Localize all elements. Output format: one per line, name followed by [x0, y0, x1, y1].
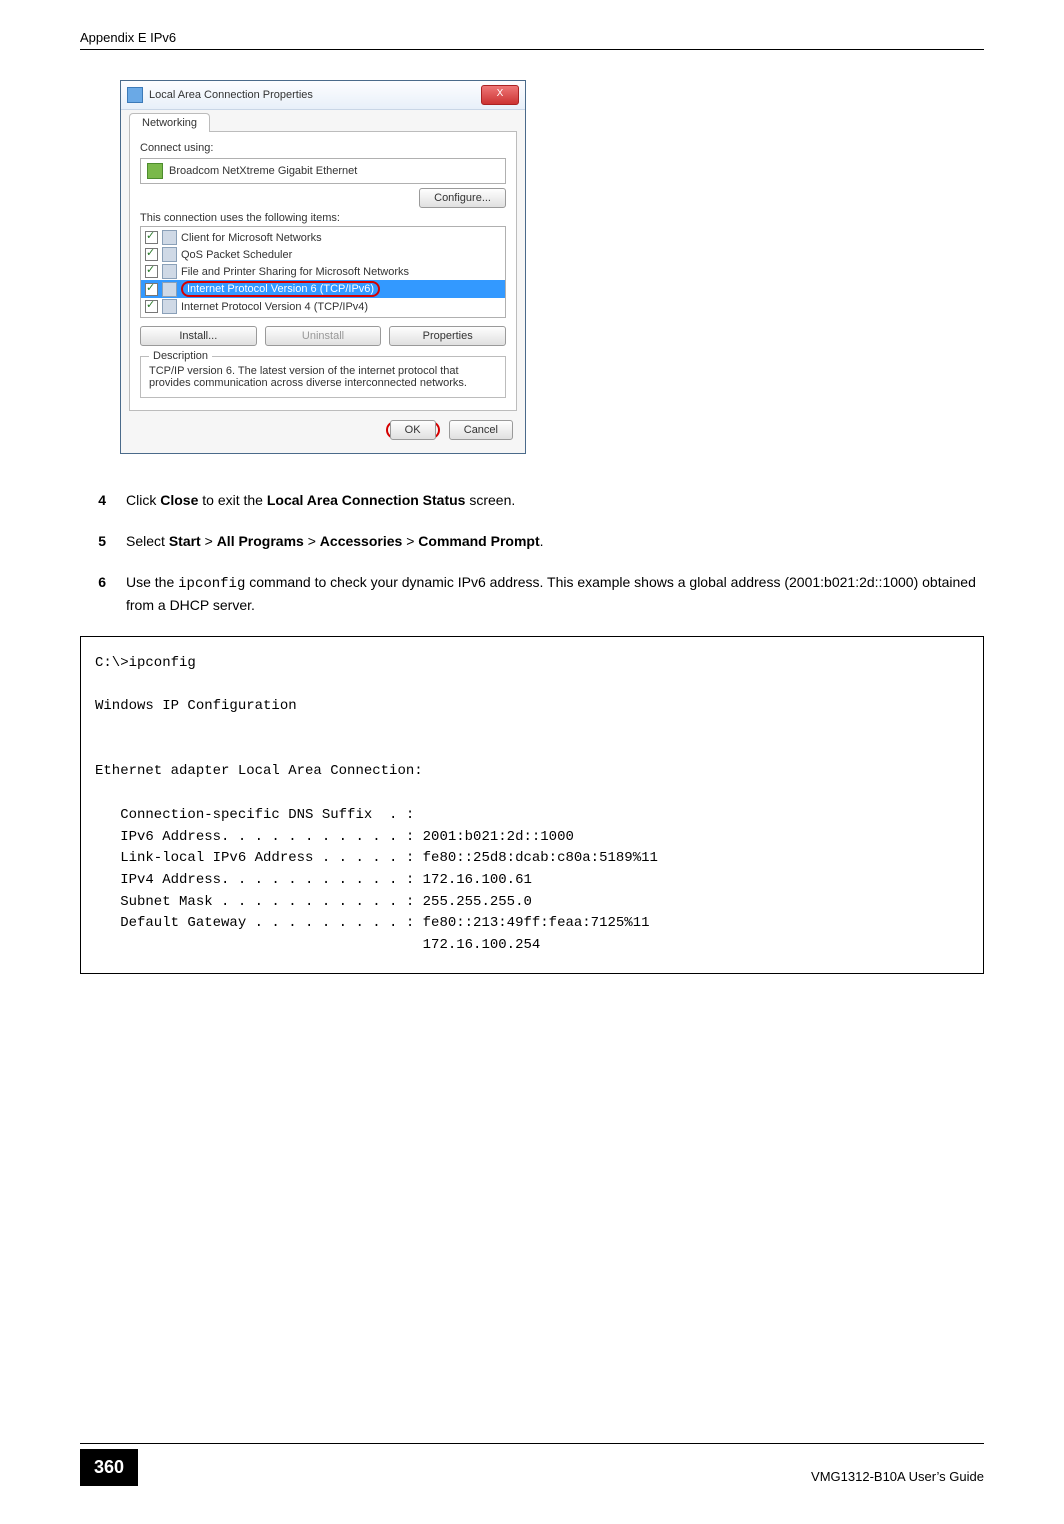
description-group: Description TCP/IP version 6. The latest…	[140, 356, 506, 398]
configure-button[interactable]: Configure...	[419, 188, 506, 208]
protocol-icon	[162, 282, 177, 297]
highlight-oval-ok: OK	[386, 421, 440, 439]
checkbox-icon[interactable]	[145, 300, 158, 313]
description-text: TCP/IP version 6. The latest version of …	[149, 365, 467, 389]
step-6: 6 Use the ipconfig command to check your…	[80, 572, 984, 616]
install-button[interactable]: Install...	[140, 326, 257, 346]
footer-divider	[80, 1443, 984, 1444]
qos-icon	[162, 247, 177, 262]
step-text: Click Close to exit the Local Area Conne…	[126, 490, 984, 511]
page-footer: 360 VMG1312-B10A User’s Guide	[80, 1449, 984, 1486]
nic-icon	[127, 87, 143, 103]
checkbox-icon[interactable]	[145, 283, 158, 296]
list-item[interactable]: File and Printer Sharing for Microsoft N…	[141, 263, 505, 280]
step-5: 5 Select Start > All Programs > Accessor…	[80, 531, 984, 552]
checkbox-icon[interactable]	[145, 265, 158, 278]
items-list: Client for Microsoft Networks QoS Packet…	[140, 226, 506, 318]
adapter-field: Broadcom NetXtreme Gigabit Ethernet	[140, 158, 506, 184]
properties-button[interactable]: Properties	[389, 326, 506, 346]
close-icon[interactable]: X	[481, 85, 519, 105]
tab-networking[interactable]: Networking	[129, 113, 210, 132]
dialog-title-text: Local Area Connection Properties	[149, 89, 313, 101]
header-left: Appendix E IPv6	[80, 30, 176, 45]
dialog-titlebar: Local Area Connection Properties X	[121, 81, 525, 110]
client-icon	[162, 230, 177, 245]
page-number: 360	[80, 1449, 138, 1486]
step-number: 4	[80, 490, 106, 511]
protocol-icon	[162, 299, 177, 314]
ipconfig-command: ipconfig	[178, 576, 245, 592]
step-number: 6	[80, 572, 106, 616]
step-number: 5	[80, 531, 106, 552]
step-4: 4 Click Close to exit the Local Area Con…	[80, 490, 984, 511]
step-text: Use the ipconfig command to check your d…	[126, 572, 984, 616]
ok-button[interactable]: OK	[390, 420, 436, 440]
checkbox-icon[interactable]	[145, 248, 158, 261]
adapter-icon	[147, 163, 163, 179]
list-item[interactable]: QoS Packet Scheduler	[141, 246, 505, 263]
uses-items-label: This connection uses the following items…	[140, 212, 506, 224]
uninstall-button: Uninstall	[265, 326, 382, 346]
connect-using-label: Connect using:	[140, 142, 506, 154]
description-label: Description	[149, 350, 212, 362]
footer-guide-title: VMG1312-B10A User’s Guide	[811, 1469, 984, 1486]
checkbox-icon[interactable]	[145, 231, 158, 244]
adapter-name: Broadcom NetXtreme Gigabit Ethernet	[169, 165, 357, 177]
highlight-oval: Internet Protocol Version 6 (TCP/IPv6)	[181, 281, 380, 297]
ipconfig-output: C:\>ipconfig Windows IP Configuration Et…	[80, 636, 984, 974]
cancel-button[interactable]: Cancel	[449, 420, 513, 440]
connection-properties-dialog: Local Area Connection Properties X Netwo…	[120, 80, 526, 454]
list-item[interactable]: Internet Protocol Version 4 (TCP/IPv4)	[141, 298, 505, 315]
share-icon	[162, 264, 177, 279]
page-header: Appendix E IPv6	[80, 30, 984, 50]
list-item[interactable]: Client for Microsoft Networks	[141, 229, 505, 246]
list-item-selected[interactable]: Internet Protocol Version 6 (TCP/IPv6)	[141, 280, 505, 298]
step-text: Select Start > All Programs > Accessorie…	[126, 531, 984, 552]
